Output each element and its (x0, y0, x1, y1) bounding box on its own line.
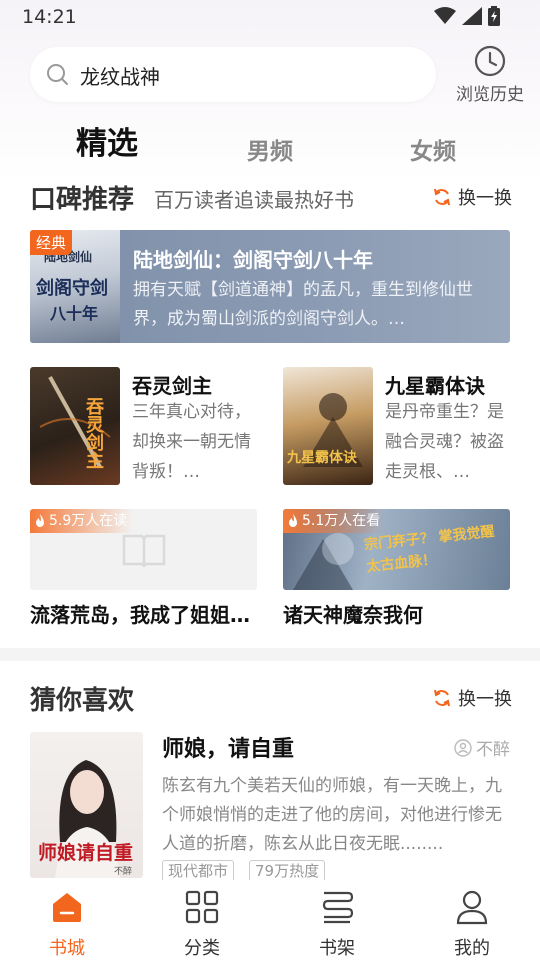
featured-book-banner[interactable]: 陆地剑仙 剑阁守剑 八十年 经典 陆地剑仙：剑阁守剑八十年 拥有天赋【剑道通神】… (30, 230, 510, 343)
author-icon (454, 738, 472, 757)
refresh-icon (434, 188, 450, 206)
classic-badge: 经典 (30, 230, 73, 255)
section-divider (0, 648, 540, 661)
author-name: 不醉 (476, 740, 510, 760)
popularity-tag: 79万热度 (249, 860, 326, 882)
warrior-art (303, 393, 363, 467)
reader-count: 5.9万人在读 (49, 513, 128, 529)
browse-history-button[interactable]: 浏览历史 (450, 44, 530, 108)
featured-book-title: 陆地剑仙：剑阁守剑八十年 (133, 248, 373, 272)
home-icon (53, 893, 81, 922)
tab-female[interactable]: 女频 (410, 132, 456, 166)
refresh-label: 换一换 (458, 689, 512, 710)
nav-label: 书架 (319, 938, 355, 959)
fire-icon (289, 514, 297, 527)
status-bar: 14:21 (0, 0, 540, 34)
hot-badge: 5.1万人在看 (283, 509, 387, 533)
book-title[interactable]: 流落荒岛，我成了姐姐… (30, 599, 260, 628)
book-title[interactable]: 诸天神魔奈我何 (283, 599, 513, 628)
book-desc: 陈玄有九个美若天仙的师娘，有一天晚上，九个师娘悄悄的走进了他的房间，对他进行惨无… (162, 776, 502, 854)
book-title[interactable]: 吞灵剑主 (132, 370, 212, 399)
person-icon (456, 890, 488, 925)
book-cover-placeholder[interactable]: 5.9万人在读 (30, 509, 257, 590)
nav-bookshelf[interactable]: 书架 (292, 888, 382, 960)
search-input[interactable]: 龙纹战神 (80, 61, 160, 90)
refresh-button[interactable]: 换一换 (432, 685, 512, 711)
bookshelf-icon (322, 891, 354, 924)
hot-badge: 5.9万人在读 (30, 509, 134, 533)
nav-label: 书城 (49, 938, 85, 959)
refresh-label: 换一换 (458, 188, 512, 209)
cover-title-text: 剑阁守剑 (36, 278, 108, 299)
status-icons (434, 6, 500, 26)
status-time: 14:21 (22, 6, 77, 28)
signal-icon (462, 7, 482, 25)
tab-selected[interactable]: 精选 (76, 118, 138, 163)
wifi-icon (434, 7, 456, 24)
nav-label: 分类 (184, 938, 220, 959)
book-cover[interactable]: 宗门弃子？ 掌我觉醒太古血脉！ 5.1万人在看 (283, 509, 510, 590)
channel-tabs: 精选 男频 女频 (0, 122, 540, 172)
book-desc: 是丹帝重生？是融合灵魂？被盗走灵根、… (385, 402, 504, 482)
section-title-recommend: 口碑推荐 (30, 185, 135, 215)
nav-label: 我的 (454, 938, 490, 959)
clock-icon (474, 45, 506, 77)
featured-book-desc: 拥有天赋【剑道通神】的孟凡，重生到修仙世界，成为蜀山剑派的剑阁守剑人。… (133, 280, 473, 329)
history-label: 浏览历史 (456, 85, 524, 105)
book-cover[interactable]: 师娘请自重 不醉 (30, 732, 143, 878)
book-title[interactable]: 师娘，请自重 (162, 731, 294, 763)
tab-male[interactable]: 男频 (247, 132, 293, 166)
cover-title-text: 九星霸体诀 (287, 450, 357, 466)
book-desc: 三年真心对待，却换来一朝无情背叛！… (132, 402, 251, 482)
book-placeholder-icon (122, 534, 166, 568)
refresh-icon (434, 689, 450, 707)
nav-profile[interactable]: 我的 (427, 888, 517, 960)
book-author: 不醉 (454, 735, 510, 760)
search-icon (47, 64, 68, 85)
sword-art (39, 376, 111, 468)
genre-tag: 现代都市 (162, 860, 235, 882)
cover-title-text: 吞灵剑主 (83, 397, 104, 469)
cover-subtitle-text: 八十年 (50, 304, 99, 323)
cover-author-text: 不醉 (114, 867, 133, 877)
section-title-guess: 猜你喜欢 (30, 686, 135, 716)
battery-icon (488, 6, 500, 26)
search-box[interactable]: 龙纹战神 (30, 47, 436, 102)
nav-bookstore[interactable]: 书城 (22, 888, 112, 960)
grid-icon (185, 890, 219, 924)
book-title[interactable]: 九星霸体诀 (385, 370, 485, 399)
fire-icon (36, 514, 44, 527)
reader-count: 5.1万人在看 (302, 513, 381, 529)
book-cover[interactable]: 吞灵剑主 (30, 367, 120, 485)
section-subtitle: 百万读者追读最热好书 (154, 188, 354, 212)
nav-category[interactable]: 分类 (157, 888, 247, 960)
cover-title-text: 师娘请自重 (38, 842, 134, 864)
featured-book-cover: 陆地剑仙 剑阁守剑 八十年 经典 (30, 230, 120, 343)
refresh-button[interactable]: 换一换 (432, 184, 512, 210)
bottom-nav: 书城 分类 书架 我的 (0, 880, 540, 960)
book-cover[interactable]: 九星霸体诀 (283, 367, 373, 485)
